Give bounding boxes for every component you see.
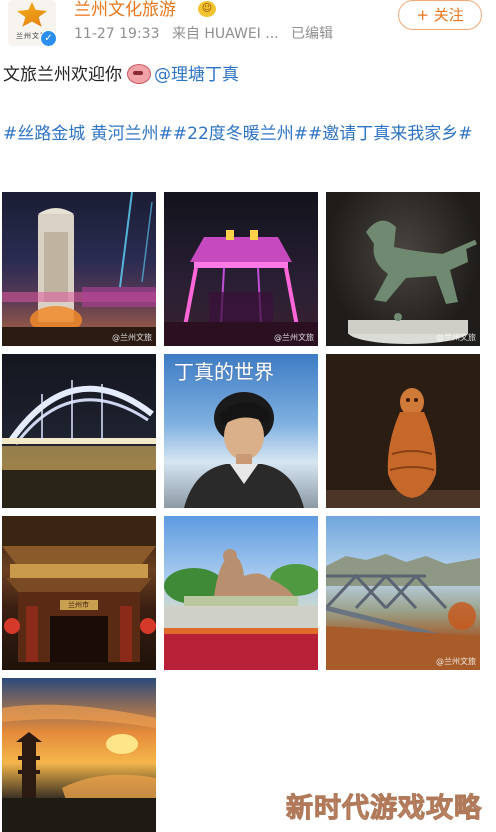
post-source: 来自 HUAWEI ...: [171, 26, 279, 42]
site-watermark: 新时代游戏攻略: [286, 793, 482, 825]
post-time: 11-27 19:33: [74, 26, 160, 42]
photo-sunset-pagoda[interactable]: [2, 678, 156, 832]
post-text: 文旅兰州欢迎你: [3, 65, 122, 85]
post-meta: 11-27 19:33 来自 HUAWEI ... 已编辑: [74, 25, 341, 43]
verified-icon: ✓: [40, 30, 57, 47]
photo-lit-bridge-art: [164, 230, 318, 346]
photo-watermark: @兰州文旅: [436, 333, 476, 342]
photo-temple-gate-art: [2, 516, 156, 662]
photo-pottery-vase[interactable]: [326, 354, 480, 508]
photo-night-monument-art: [2, 192, 156, 346]
photo-statue-garden-art: [164, 549, 318, 670]
vip-badge-icon: ☺: [198, 1, 216, 17]
edited-label[interactable]: 已编辑: [291, 26, 333, 42]
photo-bronze-horse[interactable]: @兰州文旅: [326, 192, 480, 346]
photo-watermark: @兰州文旅: [112, 333, 152, 342]
logo-icon: [17, 2, 47, 27]
temple-sign: 兰州市: [68, 601, 89, 609]
photo-iron-bridge[interactable]: @兰州文旅: [326, 516, 480, 670]
follow-button[interactable]: + 关注: [398, 0, 482, 30]
mention-text: @理塘丁真: [154, 65, 239, 85]
photo-watermark: @兰州文旅: [274, 333, 314, 342]
photo-caption: 丁真的世界: [174, 360, 274, 384]
photo-pottery-vase-art: [326, 354, 480, 508]
photo-arch-bridge-art: [2, 380, 156, 508]
photo-arch-bridge[interactable]: [2, 354, 156, 508]
post-header: 兰州文旅 ✓ 兰州文化旅游 ☺ 11-27 19:33 来自 HUAWEI ..…: [0, 0, 496, 52]
mention-link[interactable]: @理塘丁真: [154, 65, 239, 85]
photo-night-monument[interactable]: @兰州文旅: [2, 192, 156, 346]
photo-statue-garden[interactable]: [164, 516, 318, 670]
hashtag-links[interactable]: #丝路金城 黄河兰州##22度冬暖兰州##邀请丁真来我家乡#: [3, 121, 491, 148]
photo-bronze-horse-art: [348, 220, 478, 344]
photo-sunset-pagoda-art: [2, 704, 156, 832]
username[interactable]: 兰州文化旅游: [74, 0, 176, 20]
post-text-line: 文旅兰州欢迎你 @理塘丁真: [3, 62, 239, 87]
photo-iron-bridge-art: [326, 554, 480, 670]
photo-lit-bridge[interactable]: @兰州文旅: [164, 192, 318, 346]
photo-grid: @兰州文旅 @兰州文旅 @兰州文旅 丁真的世界 兰州市 @兰州文旅: [2, 192, 484, 832]
photo-temple-gate[interactable]: 兰州市: [2, 516, 156, 670]
emoji-icon: [126, 62, 151, 84]
photo-portrait[interactable]: 丁真的世界: [164, 354, 318, 508]
photo-watermark: @兰州文旅: [436, 657, 476, 666]
